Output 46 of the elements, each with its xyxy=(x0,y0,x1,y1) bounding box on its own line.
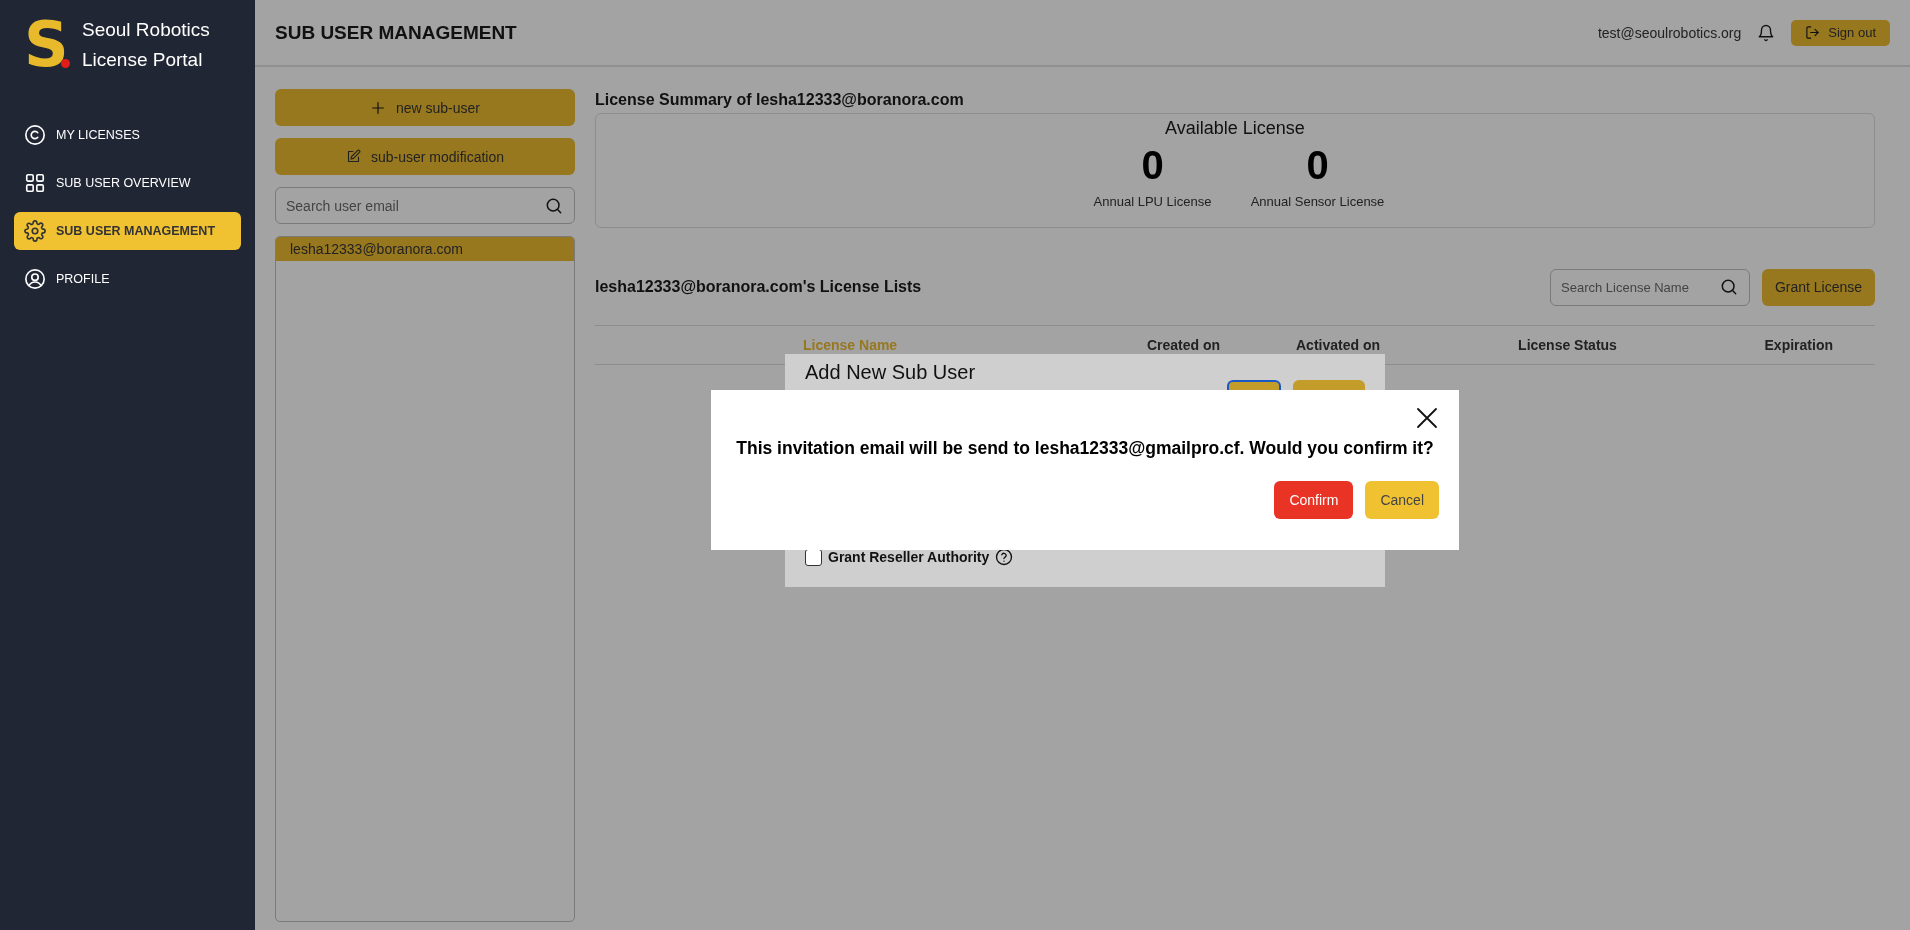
checkbox-label: Grant Reseller Authority xyxy=(828,549,990,565)
gear-icon xyxy=(24,220,46,242)
nav-item[interactable]: MY LICENSES xyxy=(14,116,241,154)
stat-label: Annual LPU License xyxy=(1093,194,1212,209)
modify-sub-user-button[interactable]: sub-user modification xyxy=(275,138,575,175)
search-input[interactable]: Search License Name xyxy=(1561,269,1719,305)
sign-out-button[interactable]: Sign out xyxy=(1791,19,1890,46)
grid-icon xyxy=(24,172,46,194)
column-header[interactable]: License Status xyxy=(1380,337,1755,353)
brand-name: License Portal xyxy=(82,49,204,71)
stat-label: Annual Sensor License xyxy=(1250,194,1385,209)
help-icon xyxy=(995,548,1014,566)
new-sub-user-button[interactable]: new sub-user xyxy=(275,89,575,126)
user-email: test@seoulrobotics.org xyxy=(1597,24,1742,41)
user-icon xyxy=(24,268,46,290)
edit-icon xyxy=(345,149,361,164)
search-field[interactable]: Search user email xyxy=(275,187,575,224)
sign-out-icon xyxy=(1805,25,1821,40)
column-header[interactable]: Activated on xyxy=(1220,337,1380,353)
section-title: lesha12333@boranora.com's License Lists xyxy=(595,278,923,296)
user-list-item[interactable]: lesha12333@boranora.com xyxy=(276,237,574,261)
confirm-button[interactable]: Confirm xyxy=(1274,481,1354,519)
search-input[interactable]: Search user email xyxy=(286,188,544,223)
nav-item[interactable]: SUB USER MANAGEMENT xyxy=(14,212,241,250)
column-header[interactable]: Created on xyxy=(1003,337,1220,353)
close-button[interactable] xyxy=(1415,406,1439,430)
search-icon xyxy=(1719,277,1739,297)
page-title: SUB USER MANAGEMENT xyxy=(275,21,518,44)
stat-value: 0 xyxy=(1306,143,1329,188)
nav-item[interactable]: SUB USER OVERVIEW xyxy=(14,164,241,202)
nav-item[interactable]: PROFILE xyxy=(14,260,241,298)
dialog-message: This invitation email will be send to lesha12333@gmailpro.cf. Would you confirm it? xyxy=(735,438,1435,459)
column-header[interactable]: Expiration xyxy=(1755,337,1875,353)
stat-value: 0 xyxy=(1141,143,1164,188)
copyright-icon xyxy=(24,124,46,146)
close-icon xyxy=(1415,406,1439,430)
grant-license-button[interactable]: Grant License xyxy=(1762,268,1875,306)
plus-icon xyxy=(369,99,386,116)
dialog-title: Add New Sub User xyxy=(805,361,976,384)
logo: S xyxy=(24,18,68,72)
card-title: Available License xyxy=(1165,118,1305,139)
cancel-button[interactable]: Cancel xyxy=(1365,481,1439,519)
brand-name: Seoul Robotics xyxy=(82,19,210,41)
section-title: License Summary of lesha12333@boranora.com xyxy=(595,91,965,109)
search-field[interactable]: Search License Name xyxy=(1550,268,1750,306)
bell-icon xyxy=(1757,23,1776,42)
